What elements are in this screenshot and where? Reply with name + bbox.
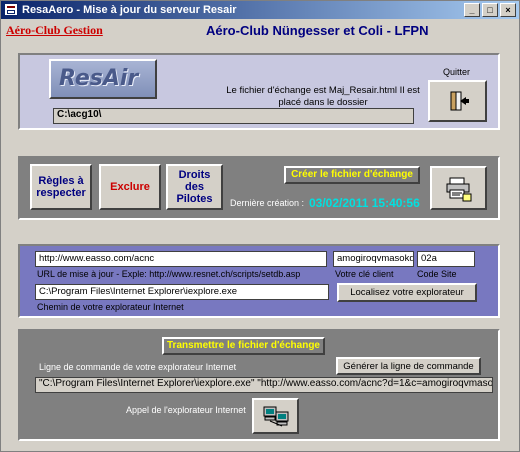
site-code-label: Code Site (417, 269, 457, 279)
app-window: ResaAero - Mise à jour du serveur Resair… (0, 0, 520, 452)
call-browser-label: Appel de l'explorateur Internet (126, 405, 246, 415)
club-name: Aéro-Club Nüngesser et Coli - LFPN (206, 23, 429, 38)
app-icon[interactable] (4, 3, 18, 16)
update-url-label: URL de mise à jour - Exple: http://www.r… (37, 269, 301, 279)
header: Aéro-Club Gestion Aéro-Club Nüngesser et… (1, 19, 519, 43)
site-code-input[interactable]: 02a (417, 251, 475, 267)
browser-path-input[interactable]: C:\Program Files\Internet Explorer\iexpl… (35, 284, 329, 300)
create-file-button[interactable] (430, 166, 487, 210)
maximize-button[interactable]: □ (482, 3, 498, 17)
folder-path-field: C:\acg10\ (53, 108, 414, 124)
title-bar[interactable]: ResaAero - Mise à jour du serveur Resair… (1, 1, 519, 19)
quit-label: Quitter (443, 67, 471, 77)
last-created-label: Dernière création : (230, 198, 305, 208)
call-browser-button[interactable] (252, 398, 299, 434)
close-button[interactable]: × (500, 3, 516, 17)
exchange-file-message: Le fichier d'échange est Maj_Resair.html… (226, 85, 420, 108)
command-line-field[interactable]: "C:\Program Files\Internet Explorer\iexp… (35, 377, 493, 393)
browser-path-label: Chemin de votre explorateur Internet (37, 302, 184, 312)
printer-file-icon (446, 177, 471, 202)
computer-network-icon (263, 406, 288, 427)
brand-label: Aéro-Club Gestion (6, 23, 103, 37)
minimize-button[interactable]: _ (464, 3, 480, 17)
resair-logo: ResAir (49, 59, 157, 99)
generate-command-button[interactable]: Générer la ligne de commande (336, 357, 481, 375)
client-key-label: Votre clé client (335, 269, 394, 279)
update-url-input[interactable]: http://www.easso.com/acnc (35, 251, 327, 267)
client-key-input[interactable]: amogiroqvmasokdg (333, 251, 414, 267)
quit-button[interactable] (428, 80, 487, 122)
window-title: ResaAero - Mise à jour du serveur Resair (22, 4, 237, 16)
rules-button[interactable]: Règles à respecter (30, 164, 92, 210)
transmit-banner: Transmettre le fichier d'échange (162, 337, 325, 355)
create-file-banner: Créer le fichier d'échange (284, 166, 420, 184)
exit-door-icon (450, 91, 469, 111)
last-created-value: 03/02/2011 15:40:56 (309, 196, 420, 210)
locate-browser-button[interactable]: Localisez votre explorateur (337, 283, 477, 302)
command-line-label: Ligne de commande de votre explorateur I… (39, 362, 237, 372)
exclude-button[interactable]: Exclure (99, 164, 161, 210)
pilot-rights-button[interactable]: Droits des Pilotes (166, 164, 223, 210)
